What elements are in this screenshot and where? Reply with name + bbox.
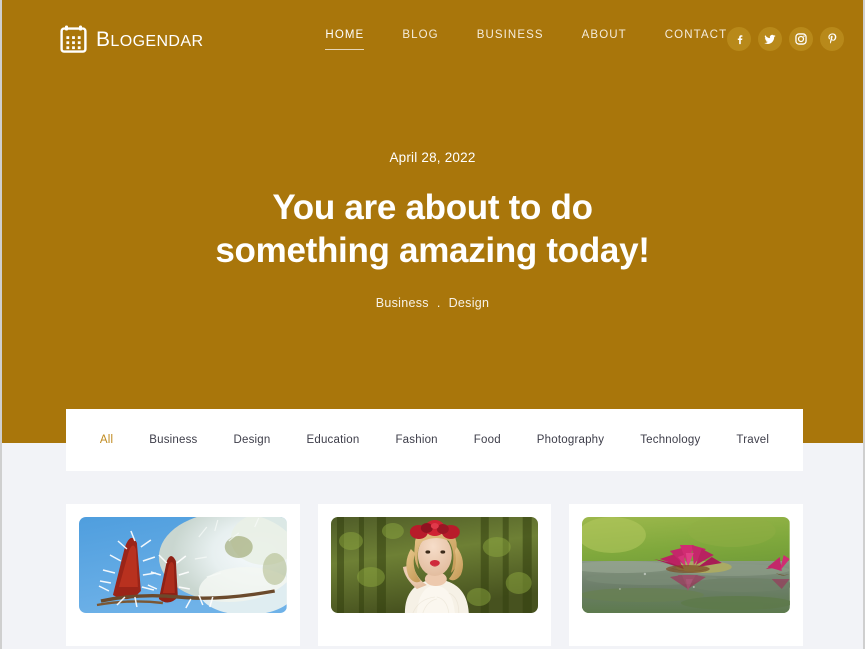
table-row[interactable] — [569, 504, 804, 649]
post-thumbnail-frost-sumac[interactable] — [79, 517, 287, 613]
hero-category-separator: . — [436, 296, 441, 311]
hero-date: April 28, 2022 — [389, 150, 476, 165]
filter-item-technology[interactable]: Technology — [640, 434, 700, 446]
twitter-link[interactable] — [758, 27, 783, 51]
nav-item-blog[interactable]: BLOG — [402, 29, 438, 50]
brand-initial: B — [96, 27, 111, 51]
brand-remainder: LOGENDAR — [110, 32, 204, 50]
browser-viewport: BLOGENDAR HOME BLOG BUSINESS ABOUT CONTA… — [0, 0, 865, 649]
twitter-icon — [764, 34, 776, 45]
pinterest-link[interactable] — [820, 27, 845, 51]
calendar-icon — [60, 25, 87, 53]
filter-item-food[interactable]: Food — [474, 434, 501, 446]
site-header: BLOGENDAR HOME BLOG BUSINESS ABOUT CONTA… — [2, 0, 863, 78]
nav-item-about[interactable]: ABOUT — [582, 29, 627, 50]
site-logo[interactable]: BLOGENDAR — [60, 25, 203, 53]
hero-content: April 28, 2022 You are about to do somet… — [2, 150, 863, 310]
table-row[interactable] — [66, 504, 300, 649]
post-thumbnail-water-lily[interactable] — [582, 517, 791, 613]
hero-categories: Business . Design — [112, 296, 753, 310]
hero-category-design[interactable]: Design — [449, 296, 490, 310]
facebook-icon — [734, 34, 745, 45]
filter-item-all[interactable]: All — [100, 434, 113, 446]
facebook-link[interactable] — [727, 27, 752, 51]
post-thumbnail-woman-flower-crown[interactable] — [330, 517, 539, 613]
nav-item-contact[interactable]: CONTACT — [665, 29, 727, 50]
filter-item-education[interactable]: Education — [307, 434, 360, 446]
nav-item-home[interactable]: HOME — [325, 29, 365, 50]
hero-title[interactable]: You are about to do something amazing to… — [198, 187, 668, 272]
filter-item-fashion[interactable]: Fashion — [395, 434, 437, 446]
filter-item-business[interactable]: Business — [149, 434, 197, 446]
table-row[interactable] — [317, 504, 552, 649]
social-links — [727, 27, 845, 51]
nav-item-business[interactable]: BUSINESS — [477, 29, 544, 50]
filter-item-travel[interactable]: Travel — [736, 434, 769, 446]
instagram-icon — [795, 33, 807, 45]
filter-item-photography[interactable]: Photography — [537, 434, 604, 446]
hero-category-business[interactable]: Business — [376, 296, 429, 310]
post-card-grid — [66, 504, 804, 649]
category-filter-bar: All Business Design Education Fashion Fo… — [66, 409, 803, 471]
pinterest-icon — [827, 33, 838, 45]
instagram-link[interactable] — [789, 27, 814, 51]
filter-item-design[interactable]: Design — [234, 434, 271, 446]
site-title: BLOGENDAR — [96, 29, 203, 50]
main-navigation: HOME BLOG BUSINESS ABOUT CONTACT — [325, 29, 727, 50]
